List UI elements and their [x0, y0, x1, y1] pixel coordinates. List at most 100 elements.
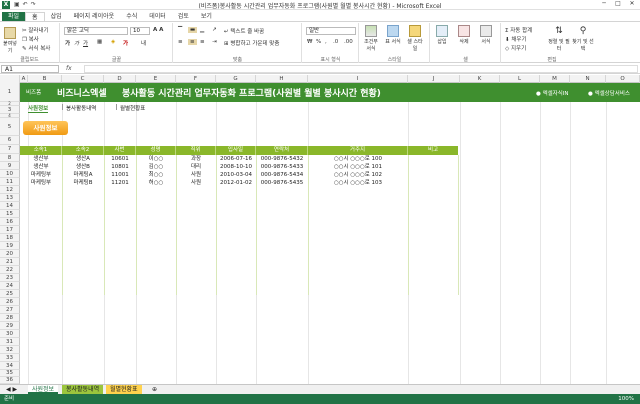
row-header[interactable]: 35 — [0, 370, 20, 377]
row-header[interactable]: 16 — [0, 218, 20, 226]
row-header[interactable]: 22 — [0, 266, 20, 274]
orientation-icon[interactable]: ↗ — [212, 27, 217, 33]
row-header[interactable]: 9 — [0, 162, 20, 170]
align-right-icon[interactable]: ≡ — [200, 39, 205, 45]
tab-insert[interactable]: 삽입 — [45, 12, 68, 21]
cell-styles-button[interactable]: 셀 스타일 — [407, 25, 423, 52]
cell-phone[interactable]: 000-9876-5434 — [256, 171, 308, 179]
cell-name[interactable]: 허○○ — [136, 179, 176, 187]
undo-icon[interactable]: ↶ — [23, 1, 28, 8]
grow-font-icon[interactable]: A A — [153, 27, 163, 33]
row-header[interactable]: 17 — [0, 226, 20, 234]
cell-dept1[interactable]: 마케팅부 — [20, 171, 62, 179]
insert-cells-button[interactable]: 삽입 — [434, 25, 450, 45]
minimize-button[interactable]: ─ — [598, 0, 610, 9]
comma-icon[interactable]: , — [325, 39, 327, 45]
cell-hire-date[interactable]: 2012-01-02 — [216, 179, 256, 187]
column-header[interactable]: E — [136, 75, 176, 83]
table-row[interactable]: 마케팅부 마케팅B 11201 허○○ 사원 2012-01-02 000-98… — [20, 179, 458, 187]
bold-icon[interactable]: 가 — [65, 39, 70, 47]
wrap-text-button[interactable]: ↵ 텍스트 줄 바꿈 — [224, 27, 264, 35]
column-header[interactable]: H — [256, 75, 308, 83]
row-header[interactable]: 28 — [0, 314, 20, 322]
cell-dept2[interactable]: 마케팅B — [62, 179, 104, 187]
row-header[interactable]: 20 — [0, 250, 20, 258]
cell-hire-date[interactable]: 2006-07-16 — [216, 155, 256, 163]
sort-filter-button[interactable]: ⇅ 정렬 및 필터 — [548, 25, 570, 52]
cell-emp-id[interactable]: 10801 — [104, 163, 136, 171]
italic-icon[interactable]: 가 — [74, 39, 79, 47]
merge-center-button[interactable]: ⊞ 병합하고 가운데 맞춤 — [224, 39, 279, 47]
number-format-select[interactable]: 일반 — [306, 27, 356, 35]
column-header[interactable]: F — [176, 75, 216, 83]
cell-dept1[interactable]: 생산부 — [20, 163, 62, 171]
column-header[interactable]: L — [500, 75, 540, 83]
row-header[interactable]: 8 — [0, 154, 20, 162]
row-header[interactable]: 19 — [0, 242, 20, 250]
currency-icon[interactable]: ₩ — [307, 39, 312, 45]
row-header[interactable]: 27 — [0, 306, 20, 314]
column-header[interactable]: J — [408, 75, 460, 83]
cell-phone[interactable]: 000-9876-5435 — [256, 179, 308, 187]
column-header[interactable]: O — [606, 75, 640, 83]
excel-consult-link[interactable]: ● 엑셀상담서비스 — [588, 89, 630, 97]
decimal-decrease-icon[interactable]: .00 — [344, 39, 353, 45]
cell-phone[interactable]: 000-9876-5432 — [256, 155, 308, 163]
cut-button[interactable]: ✂ 잘라내기 — [22, 26, 49, 34]
close-button[interactable]: ✕ — [626, 0, 638, 9]
cell-name[interactable]: 김○○ — [136, 163, 176, 171]
find-select-button[interactable]: ⚲ 찾기 및 선택 — [572, 25, 594, 52]
tab-page-layout[interactable]: 페이지 레이아웃 — [68, 12, 121, 21]
sheet-tab-employee-info[interactable]: 사원정보 — [28, 385, 59, 394]
cell-emp-id[interactable]: 10601 — [104, 155, 136, 163]
align-bottom-icon[interactable]: ▁ — [200, 27, 204, 33]
column-header[interactable]: D — [104, 75, 136, 83]
cell-dept2[interactable]: 마케팅A — [62, 171, 104, 179]
cell-emp-id[interactable]: 11001 — [104, 171, 136, 179]
row-header[interactable]: 6 — [0, 136, 20, 145]
cell-address[interactable]: ○○시 ○○○로 102 — [308, 171, 408, 179]
redo-icon[interactable]: ↷ — [31, 1, 36, 8]
row-header[interactable]: 7 — [0, 145, 20, 154]
row-header[interactable]: 23 — [0, 274, 20, 282]
column-header[interactable]: M — [540, 75, 570, 83]
format-painter-button[interactable]: ✎ 서식 복사 — [22, 44, 50, 52]
row-header[interactable]: 1 — [0, 83, 20, 102]
cell-name[interactable]: 최○○ — [136, 171, 176, 179]
copy-button[interactable]: ❐ 복사 — [22, 35, 39, 43]
add-sheet-icon[interactable]: ⊕ — [148, 385, 161, 394]
delete-cells-button[interactable]: 삭제 — [456, 25, 472, 45]
table-row[interactable]: 생산부 생산A 10601 이○○ 과장 2006-07-16 000-9876… — [20, 155, 458, 163]
row-header[interactable]: 18 — [0, 234, 20, 242]
zoom-level[interactable]: 100% — [618, 394, 634, 404]
tab-review[interactable]: 검토 — [172, 12, 195, 21]
row-header[interactable]: 26 — [0, 298, 20, 306]
column-header[interactable]: I — [308, 75, 408, 83]
column-header[interactable]: K — [460, 75, 500, 83]
cell-position[interactable]: 사원 — [176, 179, 216, 187]
row-header[interactable]: 12 — [0, 186, 20, 194]
border-icon[interactable]: ▦ — [97, 39, 102, 45]
tab-formulas[interactable]: 수식 — [120, 12, 143, 21]
nav-volunteer-log[interactable]: 봉사활동내역 — [66, 104, 96, 112]
save-icon[interactable]: ▣ — [14, 1, 20, 8]
tab-file[interactable]: 파일 — [2, 12, 26, 21]
worksheet[interactable]: 비즈폼 비즈니스엑셀 봉사활동 시간관리 업무자동화 프로그램(사원별 월별 봉… — [20, 83, 640, 384]
row-header[interactable]: 29 — [0, 322, 20, 330]
cell-phone[interactable]: 000-9876-5433 — [256, 163, 308, 171]
font-name-select[interactable]: 맑은 고딕 — [64, 27, 128, 35]
column-header[interactable]: G — [216, 75, 256, 83]
row-header[interactable]: 32 — [0, 346, 20, 354]
sheet-tab-monthly-status[interactable]: 월별현황표 — [106, 385, 142, 394]
align-middle-icon[interactable]: ▬ — [188, 27, 198, 33]
row-header[interactable]: 36 — [0, 377, 20, 384]
cell-note[interactable] — [408, 179, 458, 187]
cell-emp-id[interactable]: 11201 — [104, 179, 136, 187]
cell-dept2[interactable]: 생산B — [62, 163, 104, 171]
excel-knowledge-link[interactable]: ● 엑셀자식IN — [536, 89, 569, 97]
tab-home[interactable]: 홈 — [25, 12, 45, 21]
cell-note[interactable] — [408, 155, 458, 163]
cell-note[interactable] — [408, 171, 458, 179]
cell-note[interactable] — [408, 163, 458, 171]
clear-button[interactable]: ◇ 지우기 — [505, 44, 526, 52]
